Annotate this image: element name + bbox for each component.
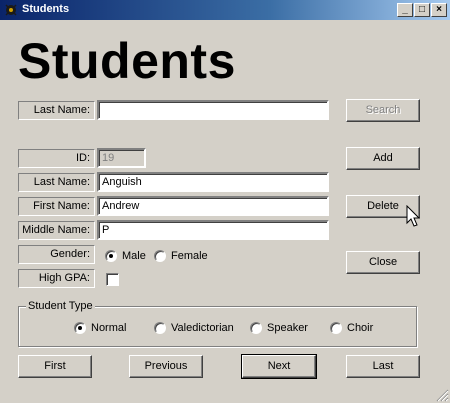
mouse-pointer-icon [406, 205, 420, 227]
maximize-button[interactable]: □ [414, 3, 430, 17]
close-button[interactable]: Close [346, 251, 420, 274]
radio-unselected-icon[interactable] [330, 322, 342, 334]
last-name-input[interactable]: Anguish [97, 172, 329, 192]
radio-selected-icon[interactable] [105, 250, 117, 262]
radio-unselected-icon[interactable] [250, 322, 262, 334]
high-gpa-label: High GPA: [18, 269, 95, 288]
student-type-title: Student Type [26, 300, 95, 312]
app-icon[interactable] [4, 3, 18, 17]
previous-button[interactable]: Previous [129, 355, 203, 378]
student-type-choir-radio[interactable]: Choir [330, 321, 373, 335]
radio-unselected-icon[interactable] [154, 322, 166, 334]
first-name-label: First Name: [18, 197, 95, 216]
student-type-normal-radio[interactable]: Normal [74, 321, 126, 335]
student-type-speaker-label: Speaker [267, 322, 308, 334]
student-type-normal-label: Normal [91, 322, 127, 334]
last-button[interactable]: Last [346, 355, 420, 378]
student-type-valedictorian-label: Valedictorian [171, 322, 234, 334]
minimize-button[interactable]: _ [397, 3, 413, 17]
search-button[interactable]: Search [346, 99, 420, 122]
high-gpa-checkbox[interactable] [106, 273, 119, 286]
last-name-label: Last Name: [18, 173, 95, 192]
first-name-input[interactable]: Andrew [97, 196, 329, 216]
students-window: Students _ □ × Students Last Name: Searc… [0, 0, 450, 403]
page-title: Students [18, 33, 236, 89]
gender-label: Gender: [18, 245, 95, 264]
window-title: Students [22, 3, 70, 15]
middle-name-label: Middle Name: [18, 221, 95, 240]
student-type-speaker-radio[interactable]: Speaker [250, 321, 308, 335]
search-last-name-input[interactable] [97, 100, 329, 120]
close-window-button[interactable]: × [431, 3, 447, 17]
next-button[interactable]: Next [241, 354, 317, 379]
gender-male-radio[interactable]: Male [105, 249, 146, 263]
title-bar[interactable]: Students _ □ × [0, 0, 450, 20]
search-last-name-label: Last Name: [18, 101, 95, 120]
resize-grip-icon[interactable] [436, 389, 449, 402]
gender-female-label: Female [171, 250, 208, 262]
gender-male-label: Male [122, 250, 146, 262]
first-button[interactable]: First [18, 355, 92, 378]
middle-name-input[interactable]: P [97, 220, 329, 240]
gender-female-radio[interactable]: Female [154, 249, 208, 263]
radio-selected-icon[interactable] [74, 322, 86, 334]
add-button[interactable]: Add [346, 147, 420, 170]
radio-unselected-icon[interactable] [154, 250, 166, 262]
student-type-valedictorian-radio[interactable]: Valedictorian [154, 321, 234, 335]
id-label: ID: [18, 149, 95, 168]
student-type-choir-label: Choir [347, 322, 374, 334]
id-field: 19 [97, 148, 146, 168]
